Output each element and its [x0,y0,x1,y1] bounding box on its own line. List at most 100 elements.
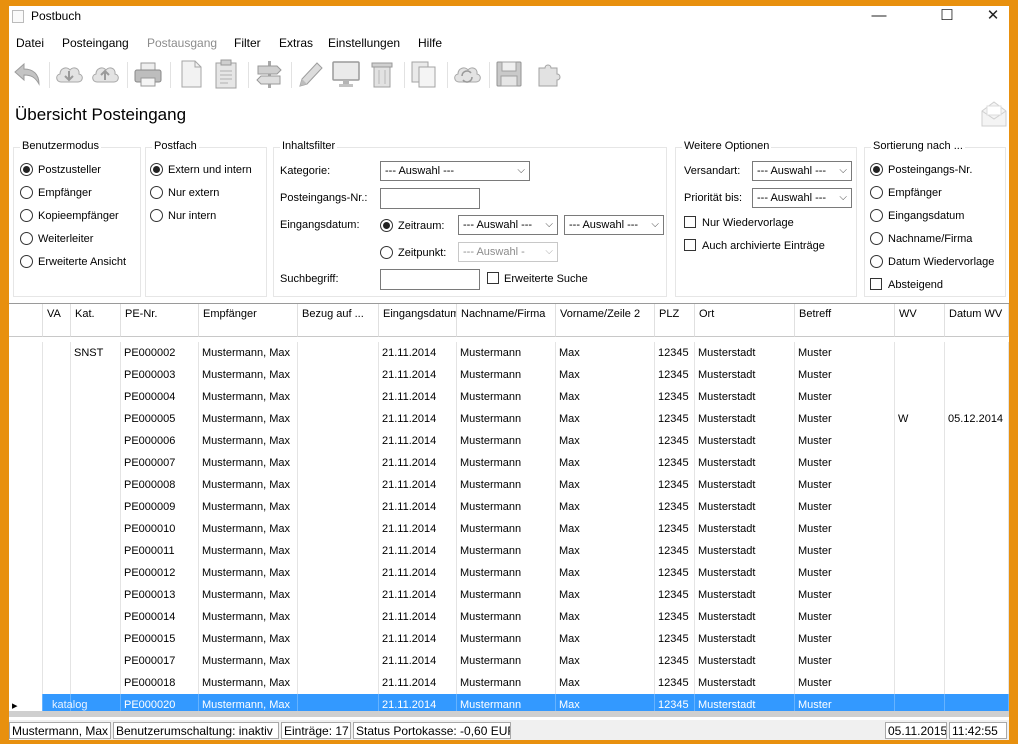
wiedervorlage-checkbox[interactable] [684,216,696,228]
menu-hilfe[interactable]: Hilfe [418,36,442,50]
column-header-ort[interactable]: Ort [695,304,795,337]
trash-icon[interactable] [366,58,398,90]
table-row[interactable]: PE000005 Mustermann, Max 21.11.2014 Musterm… [9,408,1009,430]
zeitraum-to-select[interactable]: --- Auswahl --- ⌵ [564,215,664,235]
puzzle-icon[interactable] [533,58,565,90]
radio-sort-empfaenger[interactable] [870,186,883,199]
column-header-datum-wv[interactable]: Datum WV [945,304,1009,337]
back-arrow-icon[interactable] [11,58,43,90]
table-row[interactable]: PE000015 Mustermann, Max 21.11.2014 Musterm… [9,628,1009,650]
cell-datum-wv [945,430,1009,452]
table-row[interactable]: PE000018 Mustermann, Max 21.11.2014 Musterm… [9,672,1009,694]
table-row[interactable]: PE000017 Mustermann, Max 21.11.2014 Musterm… [9,650,1009,672]
erweiterte-suche-checkbox[interactable] [487,272,499,284]
cloud-download-icon[interactable] [53,58,85,90]
menu-datei[interactable]: Datei [16,36,44,50]
table-row[interactable]: PE000004 Mustermann, Max 21.11.2014 Musterm… [9,386,1009,408]
radio-empfaenger[interactable] [20,186,33,199]
cell-datum-wv [945,584,1009,606]
clipboard-icon[interactable] [210,58,242,90]
minimize-button[interactable]: — [857,6,901,26]
radio-extern-intern[interactable] [150,163,163,176]
monitor-icon[interactable] [330,58,362,90]
zeitraum-from-select[interactable]: --- Auswahl --- ⌵ [458,215,558,235]
menu-postausgang[interactable]: Postausgang [147,36,217,50]
cell-bezug-auf [298,386,379,408]
column-header-nachname-firma[interactable]: Nachname/Firma [457,304,556,337]
maximize-button[interactable]: ☐ [925,6,969,26]
table-row[interactable]: PE000008 Mustermann, Max 21.11.2014 Musterm… [9,474,1009,496]
column-header-eingangsdatum[interactable]: Eingangsdatum [379,304,457,337]
sortierung-group: Sortierung nach ... Posteingangs-Nr. Emp… [864,140,1006,297]
radio-postzusteller[interactable] [20,163,33,176]
column-header-wv[interactable]: WV [895,304,945,337]
column-header-bezug-auf[interactable]: Bezug auf ... [298,304,379,337]
menu-extras[interactable]: Extras [279,36,313,50]
column-header-plz[interactable]: PLZ [655,304,695,337]
weitere-optionen-title: Weitere Optionen [682,140,772,152]
column-header-row-header[interactable] [9,304,43,337]
radio-nur-extern[interactable] [150,186,163,199]
cell-vorname-zeile2: Max [556,430,655,452]
cell-wv [895,562,945,584]
column-header-betreff[interactable]: Betreff [795,304,895,337]
table-row[interactable]: PE000011 Mustermann, Max 21.11.2014 Musterm… [9,540,1009,562]
table-row[interactable]: PE000013 Mustermann, Max 21.11.2014 Musterm… [9,584,1009,606]
table-row[interactable]: PE000009 Mustermann, Max 21.11.2014 Musterm… [9,496,1009,518]
menu-filter[interactable]: Filter [234,36,261,50]
radio-sort-posteingangsnr[interactable] [870,163,883,176]
table-row[interactable]: SNST PE000002 Mustermann, Max 21.11.2014 Mus… [9,342,1009,364]
title-bar: Postbuch — ☐ ✕ [9,6,1009,28]
table-row[interactable]: PE000007 Mustermann, Max 21.11.2014 Musterm… [9,452,1009,474]
new-document-icon[interactable] [175,58,207,90]
versandart-select[interactable]: --- Auswahl --- ⌵ [752,161,852,181]
radio-zeitraum[interactable] [380,219,393,232]
signpost-icon[interactable] [253,58,285,90]
column-header-pe-nr[interactable]: PE-Nr. [121,304,199,337]
radio-sort-nachname[interactable] [870,232,883,245]
column-header-vorname-zeile2[interactable]: Vorname/Zeile 2 [556,304,655,337]
radio-zeitpunkt[interactable] [380,246,393,259]
column-header-empfaenger[interactable]: Empfänger [199,304,298,337]
archiviert-checkbox[interactable] [684,239,696,251]
printer-icon[interactable] [132,58,164,90]
copy-icon[interactable] [408,58,440,90]
table-row[interactable]: PE000006 Mustermann, Max 21.11.2014 Musterm… [9,430,1009,452]
prioritaet-select[interactable]: --- Auswahl --- ⌵ [752,188,852,208]
radio-kopieempfaenger[interactable] [20,209,33,222]
cell-va [43,540,71,562]
radio-nur-intern[interactable] [150,209,163,222]
cell-wv [895,364,945,386]
zeitpunkt-select[interactable]: --- Auswahl - ⌵ [458,242,558,262]
column-header-va[interactable]: VA [43,304,71,337]
cloud-upload-icon[interactable] [89,58,121,90]
cell-vorname-zeile2: Max [556,364,655,386]
cell-empfaenger: Mustermann, Max [199,474,298,496]
close-button[interactable]: ✕ [971,6,1009,26]
radio-weiterleiter[interactable] [20,232,33,245]
kategorie-select[interactable]: --- Auswahl --- ⌵ [380,161,530,181]
menu-posteingang[interactable]: Posteingang [62,36,129,50]
radio-erweiterte-ansicht[interactable] [20,255,33,268]
cell-datum-wv [945,606,1009,628]
table-row[interactable]: PE000003 Mustermann, Max 21.11.2014 Musterm… [9,364,1009,386]
radio-sort-eingangsdatum[interactable] [870,209,883,222]
table-row[interactable]: PE000014 Mustermann, Max 21.11.2014 Musterm… [9,606,1009,628]
absteigend-checkbox[interactable] [870,278,882,290]
posteingangsnr-input[interactable] [380,188,480,209]
cell-empfaenger: Mustermann, Max [199,606,298,628]
suchbegriff-input[interactable] [380,269,480,290]
table-row[interactable]: PE000012 Mustermann, Max 21.11.2014 Musterm… [9,562,1009,584]
table-row[interactable]: PE000010 Mustermann, Max 21.11.2014 Musterm… [9,518,1009,540]
column-header-kat[interactable]: Kat. [71,304,121,337]
menu-einstellungen[interactable]: Einstellungen [328,36,400,50]
radio-label: Empfänger [38,187,92,199]
save-icon[interactable] [493,58,525,90]
horizontal-scrollbar[interactable] [9,711,1009,717]
cell-pe-nr: PE000011 [121,540,199,562]
cloud-sync-icon[interactable] [451,58,483,90]
pencil-icon[interactable] [294,58,326,90]
radio-sort-datum-wv[interactable] [870,255,883,268]
cell-pe-nr: PE000012 [121,562,199,584]
cell-row-header [9,518,43,540]
